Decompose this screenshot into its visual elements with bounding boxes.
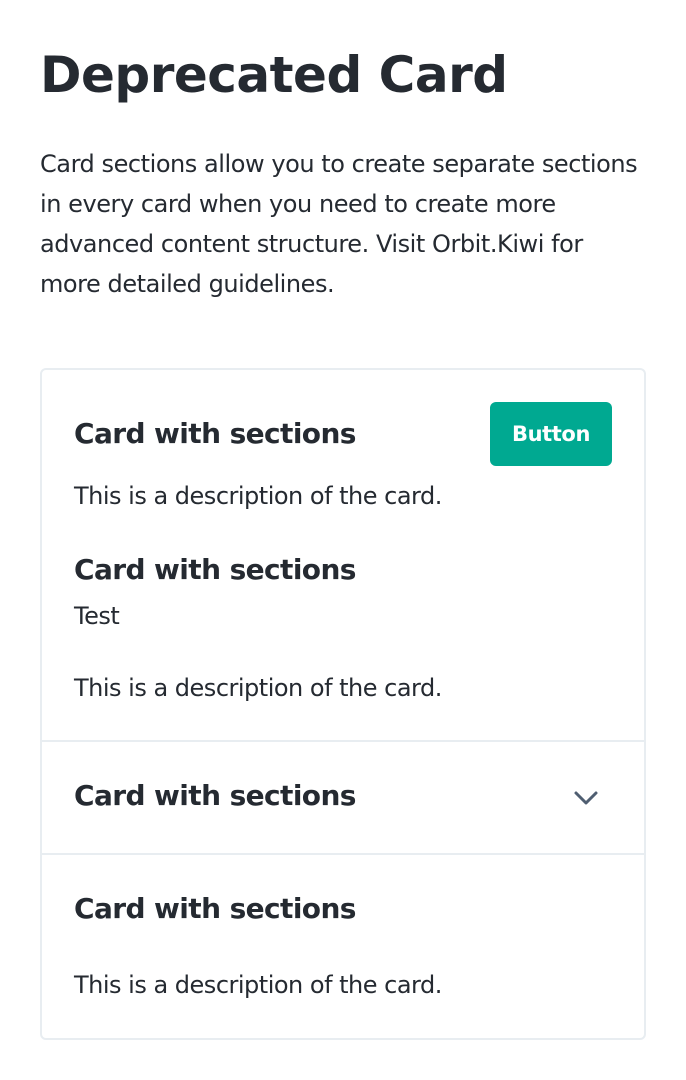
section-title: Card with sections bbox=[74, 553, 356, 586]
card-action-button[interactable]: Button bbox=[490, 402, 612, 466]
card: Card with sections Button This is a desc… bbox=[40, 368, 646, 1040]
last-section-title: Card with sections bbox=[74, 892, 356, 925]
expandable-section[interactable]: Card with sections bbox=[42, 740, 644, 853]
last-section-description: This is a description of the card. bbox=[74, 971, 442, 999]
section-description: This is a description of the card. bbox=[74, 674, 442, 702]
card-header-section: Card with sections Button This is a desc… bbox=[42, 370, 644, 740]
page-title: Deprecated Card bbox=[40, 46, 508, 104]
page: Deprecated Card Card sections allow you … bbox=[0, 0, 686, 1080]
last-section: Card with sections This is a description… bbox=[42, 853, 644, 1040]
section-subtitle: Test bbox=[74, 602, 120, 630]
card-header-description: This is a description of the card. bbox=[74, 482, 442, 510]
page-intro: Card sections allow you to create separa… bbox=[40, 150, 638, 298]
expandable-section-title: Card with sections bbox=[74, 779, 356, 812]
chevron-down-icon[interactable] bbox=[570, 782, 602, 814]
card-header-title: Card with sections bbox=[74, 417, 356, 450]
